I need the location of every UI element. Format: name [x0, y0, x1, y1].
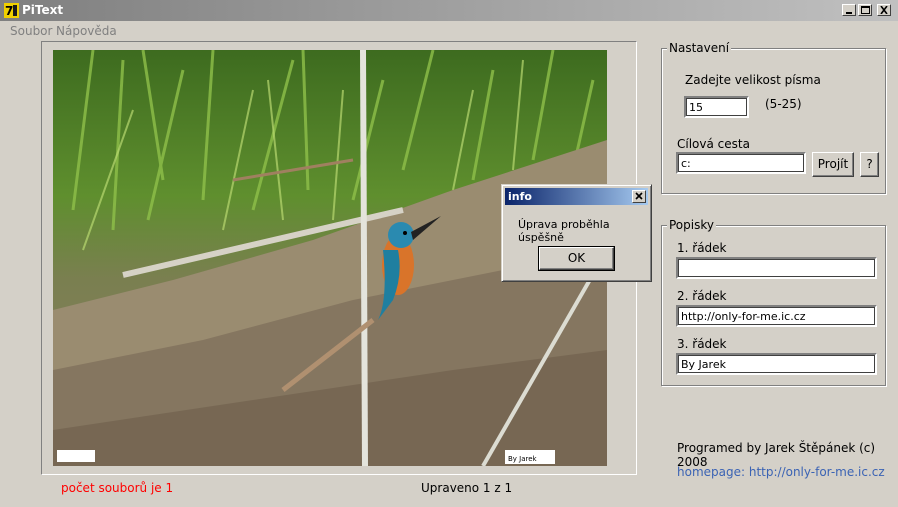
maximize-button[interactable] [858, 4, 872, 16]
target-path-label: Cílová cesta [677, 137, 750, 151]
menu-bar: Soubor Nápověda [0, 22, 898, 40]
close-icon [880, 6, 888, 14]
settings-legend: Nastavení [667, 41, 732, 55]
window-titlebar[interactable]: 7 PiText [0, 0, 898, 21]
font-size-input[interactable] [684, 96, 749, 118]
browse-button[interactable]: Projít [812, 152, 854, 177]
font-size-label: Zadejte velikost písma [685, 73, 821, 87]
svg-text:7: 7 [5, 4, 13, 18]
font-size-range: (5-25) [765, 97, 802, 111]
line2-label: 2. řádek [677, 289, 727, 303]
pitext-app-icon: 7 [4, 3, 19, 18]
close-icon [635, 192, 643, 200]
line3-input[interactable] [676, 353, 877, 375]
info-dialog-title: info [508, 190, 532, 203]
info-dialog-titlebar[interactable]: info [505, 188, 648, 205]
captions-legend: Popisky [667, 218, 716, 232]
line1-label: 1. řádek [677, 241, 727, 255]
info-dialog-close-button[interactable] [632, 190, 646, 203]
watermark-right-text: By Jarek [508, 455, 538, 463]
help-button[interactable]: ? [860, 152, 879, 177]
line2-input[interactable] [676, 305, 877, 327]
info-dialog-message: Úprava proběhla úspěšně [518, 218, 610, 244]
progress-status: Upraveno 1 z 1 [421, 481, 513, 495]
line1-input[interactable] [676, 257, 877, 279]
close-button[interactable] [877, 4, 891, 16]
target-path-input[interactable] [676, 152, 806, 174]
line3-label: 3. řádek [677, 337, 727, 351]
homepage-link[interactable]: homepage: http://only-for-me.ic.cz [677, 465, 885, 479]
menu-soubor[interactable]: Soubor [10, 24, 52, 38]
minimize-icon [846, 12, 852, 14]
maximize-icon [861, 6, 870, 14]
ok-button[interactable]: OK [538, 246, 615, 271]
menu-napoveda[interactable]: Nápověda [56, 24, 117, 38]
watermark-left [57, 450, 95, 462]
file-count-status: počet souborů je 1 [61, 481, 174, 495]
window-title: PiText [22, 3, 64, 17]
info-dialog: info Úprava proběhla úspěšně OK [501, 184, 652, 282]
minimize-button[interactable] [842, 4, 856, 16]
